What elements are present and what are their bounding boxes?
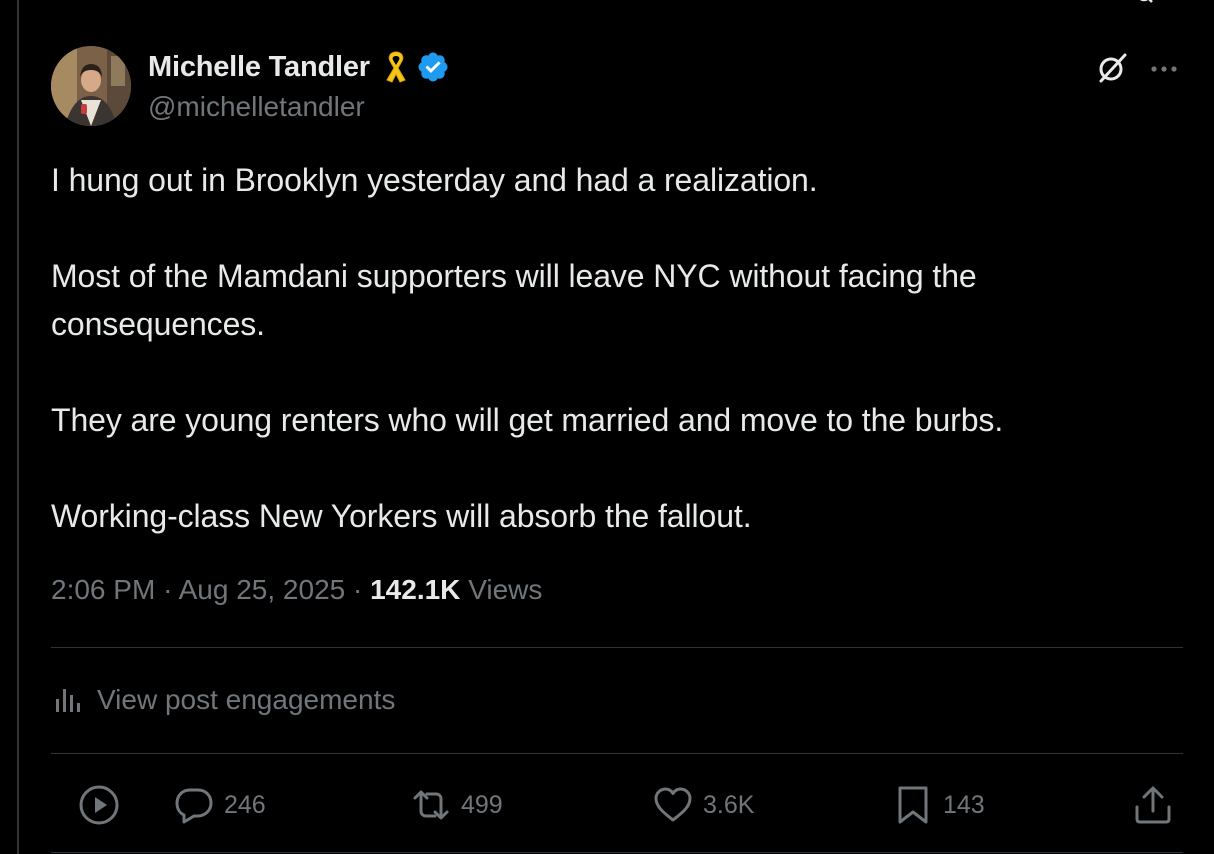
yellow-ribbon-icon <box>386 51 406 83</box>
author-name-row: Michelle Tandler <box>148 49 450 85</box>
divider <box>51 852 1183 853</box>
clipped-previous-content <box>180 0 260 4</box>
divider <box>51 647 1183 648</box>
reply-count: 246 <box>224 790 266 819</box>
post-paragraph: Most of the Mamdani supporters will leav… <box>51 258 977 342</box>
avatar-photo <box>51 46 131 126</box>
bookmark-button[interactable]: 143 <box>891 780 985 830</box>
post-paragraph: They are young renters who will get marr… <box>51 402 1004 438</box>
repost-count: 499 <box>461 790 503 819</box>
post-time[interactable]: 2:06 PM <box>51 574 155 605</box>
post-actions-bar: 246 499 3.6K 143 <box>51 780 1183 830</box>
heart-icon <box>654 787 692 822</box>
meta-separator: · <box>163 574 173 605</box>
clipped-search-icon <box>1139 0 1153 3</box>
grok-icon[interactable] <box>1094 50 1130 86</box>
meta-separator: · <box>353 574 363 605</box>
more-options-icon[interactable] <box>1147 52 1181 86</box>
play-button[interactable] <box>77 780 121 830</box>
post-detail: Michelle Tandler @michelletandler I hung… <box>51 46 1183 853</box>
post-text: I hung out in Brooklyn yesterday and had… <box>51 156 1151 540</box>
share-button[interactable] <box>1131 780 1175 830</box>
author-handle[interactable]: @michelletandler <box>148 91 365 123</box>
analytics-icon <box>56 689 80 712</box>
view-engagements-link[interactable]: View post engagements <box>51 678 395 722</box>
reply-button[interactable]: 246 <box>172 780 266 830</box>
post-date[interactable]: Aug 25, 2025 <box>179 574 346 605</box>
reply-icon <box>175 788 213 824</box>
bookmark-count: 143 <box>943 790 985 819</box>
like-count: 3.6K <box>703 790 755 819</box>
author-display-name[interactable]: Michelle Tandler <box>148 51 370 84</box>
repost-icon <box>413 790 449 820</box>
post-paragraph: I hung out in Brooklyn yesterday and had… <box>51 162 818 198</box>
like-button[interactable]: 3.6K <box>651 780 754 830</box>
avatar[interactable] <box>51 46 131 126</box>
post-header: Michelle Tandler @michelletandler <box>51 46 1183 126</box>
view-engagements-label: View post engagements <box>97 684 396 715</box>
repost-button[interactable]: 499 <box>409 780 503 830</box>
post-meta: 2:06 PM · Aug 25, 2025 · 142.1K Views <box>51 574 542 606</box>
play-icon <box>79 785 119 825</box>
post-paragraph: Working-class New Yorkers will absorb th… <box>51 498 752 534</box>
bookmark-icon <box>898 786 928 824</box>
verified-badge-icon[interactable] <box>416 50 450 84</box>
share-icon <box>1135 786 1171 824</box>
views-label: Views <box>468 574 543 605</box>
views-count: 142.1K <box>370 574 461 605</box>
divider <box>51 753 1183 754</box>
timeline-column-border <box>17 0 19 854</box>
